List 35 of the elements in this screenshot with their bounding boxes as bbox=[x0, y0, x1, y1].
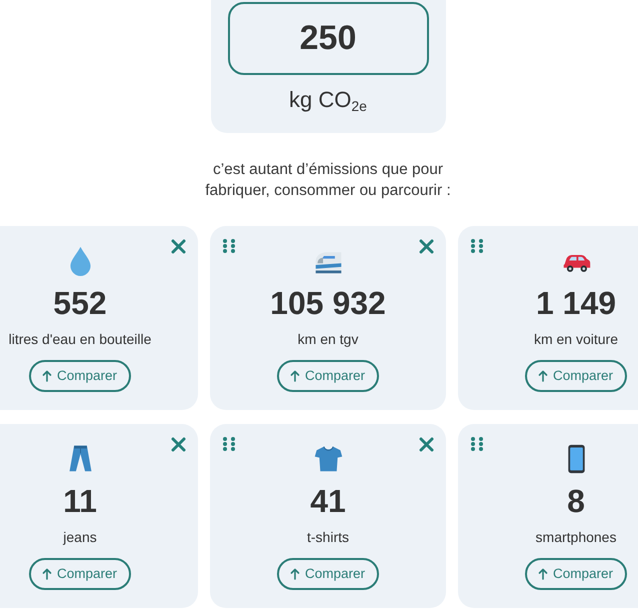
comparison-label: jeans bbox=[63, 528, 97, 547]
drag-handle-icon[interactable] bbox=[222, 436, 236, 452]
comparison-value: 105 932 bbox=[270, 284, 386, 322]
comparison-value: 41 bbox=[310, 482, 346, 520]
comparison-label: km en tgv bbox=[298, 330, 358, 349]
close-icon[interactable] bbox=[419, 437, 434, 452]
drag-handle-icon[interactable] bbox=[470, 436, 484, 452]
arrow-up-icon bbox=[42, 370, 52, 382]
drag-handle-icon[interactable] bbox=[470, 238, 484, 254]
compare-button[interactable]: Comparer bbox=[524, 558, 628, 590]
close-icon[interactable] bbox=[171, 239, 186, 254]
compare-button[interactable]: Comparer bbox=[276, 360, 380, 392]
arrow-up-icon bbox=[538, 568, 548, 580]
comparison-label: smartphones bbox=[536, 528, 616, 547]
close-icon[interactable] bbox=[419, 239, 434, 254]
comparison-label: km en voiture bbox=[534, 330, 618, 349]
comparison-value: 552 bbox=[53, 284, 107, 322]
comparison-value: 11 bbox=[63, 482, 97, 520]
compare-button[interactable]: Comparer bbox=[28, 558, 132, 590]
compare-button[interactable]: Comparer bbox=[524, 360, 628, 392]
arrow-up-icon bbox=[290, 568, 300, 580]
drag-handle-icon[interactable] bbox=[222, 238, 236, 254]
arrow-up-icon bbox=[538, 370, 548, 382]
compare-button[interactable]: Comparer bbox=[276, 558, 380, 590]
comparison-label: t-shirts bbox=[307, 528, 349, 547]
arrow-up-icon bbox=[42, 568, 52, 580]
comparison-value: 1 149 bbox=[536, 284, 616, 322]
arrow-up-icon bbox=[290, 370, 300, 382]
compare-button[interactable]: Comparer bbox=[28, 360, 132, 392]
intro-text: c’est autant d’émissions que pour fabriquer, consommer ou parcourir : bbox=[204, 160, 452, 201]
close-icon[interactable] bbox=[171, 437, 186, 452]
emissions-value: 250 bbox=[228, 2, 428, 75]
comparison-value: 8 bbox=[567, 482, 585, 520]
comparison-label: litres d'eau en bouteille bbox=[8, 330, 152, 349]
emissions-unit: kg CO$_{2e}$ bbox=[289, 86, 367, 115]
